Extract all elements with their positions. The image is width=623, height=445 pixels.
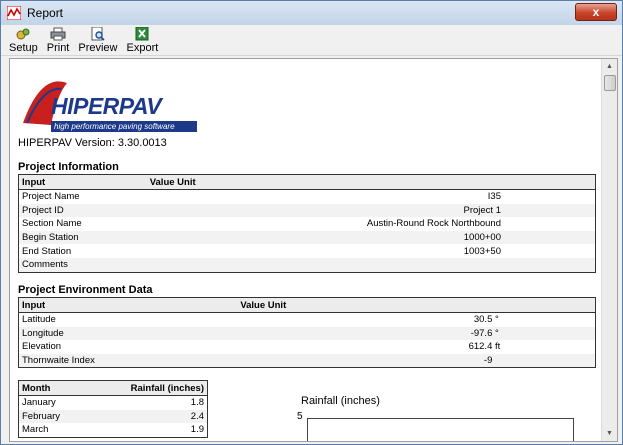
value-text: 30.5 [473,314,493,326]
table-header-row: Input Value Unit [18,174,596,190]
hiperpav-logo: HIPERPAV high performance paving softwar… [21,73,197,132]
report-viewer[interactable]: HIPERPAV high performance paving softwar… [9,58,618,442]
title-bar: Report x [1,1,622,25]
logo-wordmark: HIPERPAV [51,93,162,119]
table-row: Comments [18,257,596,273]
table-header-row: Input Value Unit [18,297,596,313]
value-text: -9 [483,355,493,367]
rainfall-chart-frame [307,418,574,441]
table-row: Elevation 612.4 ft [19,340,596,354]
close-button[interactable]: x [575,3,617,21]
setup-icon [16,28,30,40]
window-title: Report [27,6,64,20]
table-row: Longitude -97.6 ° [18,326,596,341]
table-row: January 1.8 [19,396,208,410]
table-row: End Station 1003+50 [19,244,596,258]
preview-button[interactable]: Preview [78,25,118,54]
preview-icon [91,27,105,41]
cell-value: -9 [237,353,596,368]
printer-icon [50,27,66,41]
chevron-down-icon: ▼ [606,430,613,437]
cell-input: Longitude [18,326,238,341]
app-icon [7,6,21,20]
value-text: -97.6 [470,327,493,339]
input-column-header: Input [18,297,238,313]
scroll-up-button[interactable]: ▲ [602,59,617,74]
project-information-title: Project Information [18,161,119,173]
cell-value: Project 1 [146,203,596,218]
scroll-down-button[interactable]: ▼ [602,426,617,441]
export-label: Export [126,42,159,54]
table-row: Latitude 30.5 ° [19,313,596,327]
cell-input: Latitude [22,314,56,326]
cell-rainfall: 1.8 [190,397,204,409]
project-information-table: Input Value Unit Project Name I35 Projec… [18,174,596,273]
cell-input: Project Name [22,191,80,203]
chevron-up-icon: ▲ [606,63,613,70]
environment-data-title: Project Environment Data [18,284,153,296]
preview-label: Preview [78,42,118,54]
unit-text: ft [495,341,501,353]
table-row: March 1.9 [19,423,208,437]
table-row: Project Name I35 [19,190,596,204]
version-text: HIPERPAV Version: 3.30.0013 [18,137,167,149]
rainfall-chart-title: Rainfall (inches) [301,395,380,407]
cell-value: -97.6 ° [237,326,596,341]
cell-rainfall: 1.9 [190,424,204,436]
table-row: February 2.4 [18,409,208,424]
vertical-scrollbar[interactable]: ▲ ▼ [601,59,617,441]
table-header-row: Month Rainfall (inches) [18,380,208,396]
close-icon: x [592,5,600,19]
value-unit-column-header: Value Unit [237,297,596,313]
report-window: Report x Setup Print Preview Export HIPE… [0,0,623,445]
setup-button[interactable]: Setup [9,25,38,54]
rainfall-chart-y-tick: 5 [297,411,303,422]
logo-tagline: high performance paving software [51,121,197,132]
cell-value: 1003+50 [463,245,501,257]
table-row: Begin Station 1000+00 [18,230,596,245]
scroll-thumb[interactable] [604,75,616,91]
excel-export-icon [135,27,149,41]
unit-text: ° [495,327,499,339]
table-row: Project ID Project 1 [18,203,596,218]
unit-text: ° [495,314,499,326]
cell-value [146,257,596,273]
cell-value: I35 [487,191,501,203]
setup-label: Setup [9,42,38,54]
value-text: 612.4 [468,341,493,353]
cell-input: Comments [18,257,147,273]
cell-month: March [22,424,49,436]
cell-input: Project ID [18,203,147,218]
cell-value: 1000+00 [146,230,596,245]
cell-input: Elevation [22,341,62,353]
cell-rainfall: 2.4 [86,409,208,424]
toolbar: Setup Print Preview Export [1,25,622,56]
print-label: Print [46,42,70,54]
cell-month: February [18,409,87,424]
input-column-header: Input [18,174,147,190]
table-row: Thornwaite Index -9 [18,353,596,368]
month-column-header: Month [18,380,87,396]
value-unit-column-header: Value Unit [146,174,596,190]
cell-input: Section Name [22,218,82,230]
export-button[interactable]: Export [126,25,159,54]
table-row: Section Name Austin-Round Rock Northboun… [19,217,596,231]
cell-value: 612.4 ft [237,340,595,354]
environment-data-table: Input Value Unit Latitude 30.5 ° Longitu… [18,297,596,369]
rainfall-column-header: Rainfall (inches) [86,380,208,396]
rainfall-table: Month Rainfall (inches) January 1.8 Febr… [18,380,208,438]
cell-month: January [22,397,56,409]
cell-input: Thornwaite Index [18,353,238,368]
cell-value: Austin-Round Rock Northbound [366,218,501,230]
print-button[interactable]: Print [46,25,70,54]
cell-input: End Station [22,245,72,257]
cell-input: Begin Station [18,230,147,245]
cell-value: 30.5 ° [237,313,595,327]
